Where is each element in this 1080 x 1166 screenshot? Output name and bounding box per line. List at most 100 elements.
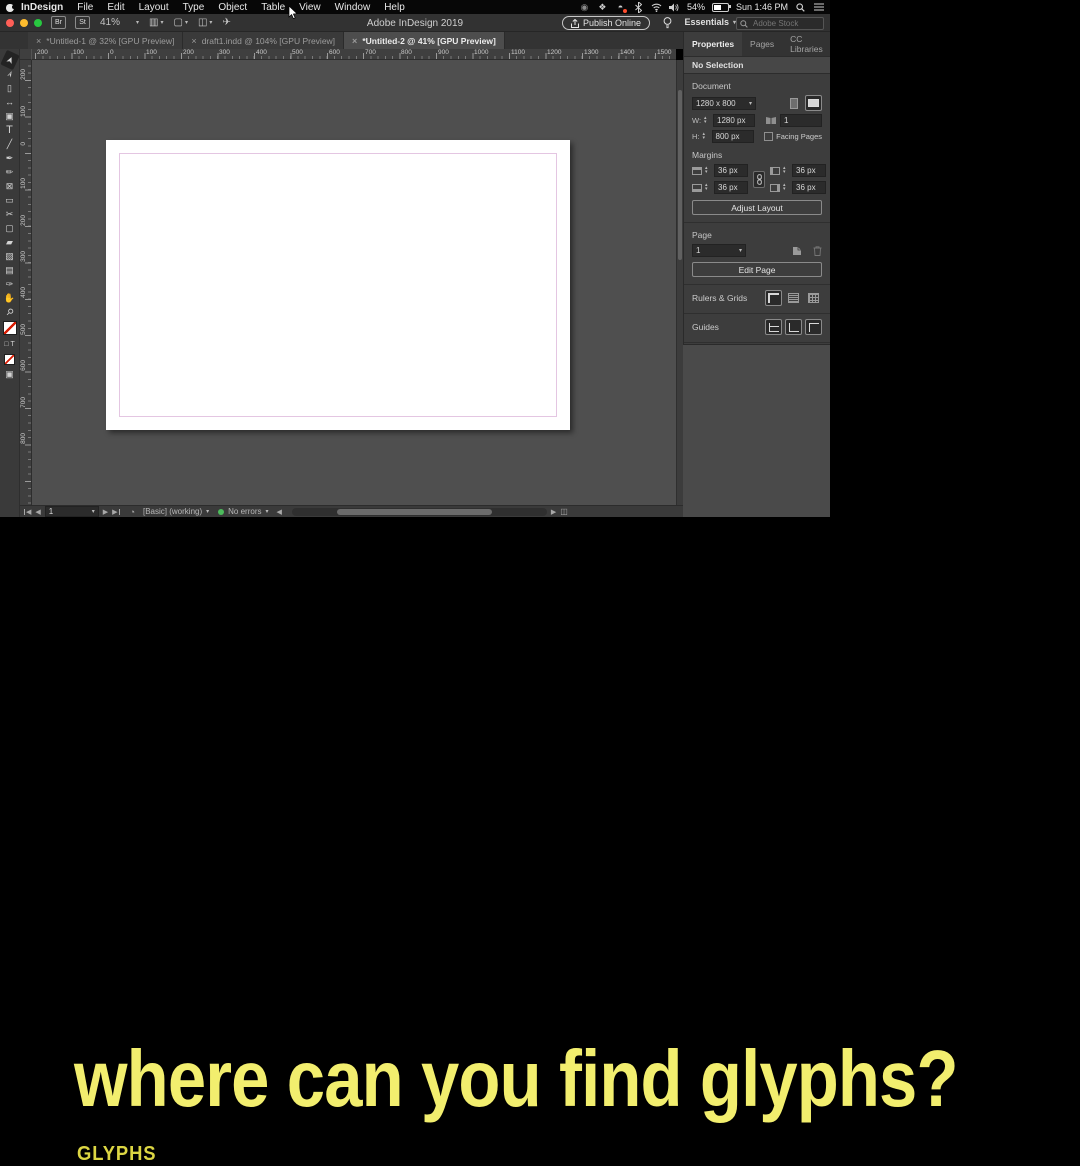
document-page[interactable] — [106, 140, 570, 430]
stock-search-input[interactable] — [751, 18, 819, 29]
screen-mode-dropdown[interactable]: ▢ ▾ — [174, 17, 188, 28]
minimize-window-button[interactable] — [20, 18, 28, 27]
spotlight-search-icon[interactable] — [795, 2, 806, 13]
bluetooth-icon[interactable] — [633, 1, 644, 13]
gap-tool[interactable]: ↔ — [2, 95, 18, 109]
preflight-profile[interactable]: [Basic] (working) — [143, 507, 202, 516]
show-guides-button[interactable] — [765, 319, 782, 335]
smart-guides-button[interactable] — [805, 319, 822, 335]
scrollbar-thumb[interactable] — [678, 90, 682, 260]
previous-page-button[interactable]: ◀ — [35, 508, 40, 516]
chevron-down-icon[interactable]: ▾ — [265, 508, 268, 515]
learn-lightbulb-icon[interactable] — [663, 17, 672, 29]
page-tool[interactable]: ▯ — [2, 81, 18, 95]
scroll-right-arrow[interactable]: ▶ — [551, 508, 556, 516]
gradient-feather-tool[interactable]: ▨ — [2, 249, 18, 263]
width-stepper[interactable]: ▴ ▾ — [704, 115, 710, 124]
doc-tab-untitled2-active[interactable]: × *Untitled-2 @ 41% [GPU Preview] — [344, 32, 505, 49]
orientation-portrait-button[interactable] — [785, 95, 802, 111]
preflight-icon[interactable]: ◔ — [130, 507, 135, 517]
menu-object[interactable]: Object — [211, 2, 254, 13]
width-field[interactable]: 1280 px — [713, 114, 756, 127]
stock-button[interactable]: St — [75, 16, 90, 29]
close-icon[interactable]: × — [36, 36, 41, 46]
menu-window[interactable]: Window — [328, 2, 378, 13]
creative-cloud-icon[interactable]: ◓ — [615, 2, 627, 13]
wifi-icon[interactable] — [651, 2, 662, 13]
rectangle-tool[interactable]: ▭ — [2, 193, 18, 207]
orientation-landscape-button[interactable] — [805, 95, 822, 111]
doc-tab-untitled1[interactable]: × *Untitled-1 @ 32% [GPU Preview] — [28, 32, 184, 49]
page-select-dropdown[interactable]: 1 ▾ — [692, 244, 746, 257]
zoom-level-dropdown[interactable]: 41% ▾ — [100, 17, 139, 28]
tab-pages[interactable]: Pages — [742, 32, 782, 56]
pasteboard[interactable] — [32, 60, 676, 505]
first-page-button[interactable]: ◀ — [24, 508, 31, 516]
margin-bottom-field[interactable]: 36 px — [714, 181, 748, 194]
workspace-switcher[interactable]: Essentials ▾ — [684, 17, 736, 27]
horizontal-ruler[interactable]: 200 100 0 100 200 300 400 500 600 700 80… — [32, 49, 676, 60]
formatting-affects-controls[interactable]: □ T — [2, 337, 18, 351]
menu-indesign[interactable]: InDesign — [14, 2, 70, 13]
apply-none-button[interactable] — [2, 351, 18, 367]
free-transform-tool[interactable]: ▢ — [2, 221, 18, 235]
scissors-tool[interactable]: ✂ — [2, 207, 18, 221]
page-size-dropdown[interactable]: 1280 x 800 ▾ — [692, 96, 756, 110]
lock-guides-button[interactable] — [785, 319, 802, 335]
volume-icon[interactable] — [669, 2, 680, 13]
eyedropper-tool[interactable]: ✑ — [2, 277, 18, 291]
vertical-scrollbar[interactable] — [676, 60, 683, 505]
menu-type[interactable]: Type — [176, 2, 212, 13]
link-margins-button[interactable] — [753, 170, 765, 188]
notification-center-icon[interactable] — [813, 2, 824, 13]
gpu-performance-icon[interactable]: ✈ — [222, 17, 230, 28]
gradient-swatch-tool[interactable]: ▰ — [2, 235, 18, 249]
baseline-grid-button[interactable] — [785, 290, 802, 306]
note-tool[interactable]: ▤ — [2, 263, 18, 277]
menu-layout[interactable]: Layout — [132, 2, 176, 13]
tab-cc-libraries[interactable]: CC Libraries — [782, 32, 831, 56]
close-window-button[interactable] — [6, 18, 14, 27]
last-page-button[interactable]: ▶ — [112, 508, 120, 516]
show-rulers-button[interactable] — [765, 290, 782, 306]
content-collector-tool[interactable]: ▣ — [2, 109, 18, 123]
add-page-button[interactable] — [792, 246, 802, 256]
line-tool[interactable]: ╱ — [2, 137, 18, 151]
height-stepper[interactable]: ▴ ▾ — [703, 131, 709, 140]
menu-edit[interactable]: Edit — [100, 2, 131, 13]
publish-online-button[interactable]: Publish Online — [561, 16, 650, 30]
margin-left-field[interactable]: 36 px — [792, 164, 826, 177]
screen-record-icon[interactable]: ◉ — [579, 2, 590, 13]
margin-right-field[interactable]: 36 px — [792, 181, 826, 194]
facing-pages-checkbox[interactable] — [764, 132, 774, 141]
close-icon[interactable]: × — [352, 36, 357, 46]
height-field[interactable]: 800 px — [711, 130, 754, 143]
menu-table[interactable]: Table — [254, 2, 292, 13]
adobe-stock-search[interactable] — [736, 17, 824, 30]
split-window-icon[interactable]: ◫ — [560, 507, 568, 516]
pencil-tool[interactable]: ✏ — [2, 165, 18, 179]
arrange-documents-dropdown[interactable]: ◫ ▾ — [198, 17, 212, 28]
vertical-ruler[interactable]: 200 100 0 100 200 300 400 500 600 700 80… — [20, 60, 32, 505]
scroll-left-arrow[interactable]: ◀ — [277, 508, 282, 516]
zoom-window-button[interactable] — [34, 18, 42, 27]
delete-page-button[interactable] — [813, 245, 822, 256]
pages-count-field[interactable]: 1 — [780, 114, 822, 127]
edit-page-button[interactable]: Edit Page — [692, 262, 822, 277]
dropbox-icon[interactable]: ❖ — [597, 2, 608, 13]
menu-help[interactable]: Help — [377, 2, 412, 13]
margin-left-stepper[interactable]: ▴ ▾ — [783, 165, 789, 174]
pen-tool[interactable]: ✒ — [2, 151, 18, 165]
horizontal-scrollbar[interactable] — [291, 507, 547, 516]
type-tool[interactable]: T — [2, 123, 18, 137]
margin-top-stepper[interactable]: ▴ ▾ — [705, 165, 711, 174]
scrollbar-thumb[interactable] — [336, 508, 492, 515]
page-number-dropdown[interactable]: 1 ▾ — [44, 506, 99, 517]
chevron-down-icon[interactable]: ▾ — [206, 508, 209, 515]
doc-tab-draft1[interactable]: × draft1.indd @ 104% [GPU Preview] — [183, 32, 345, 49]
close-icon[interactable]: × — [191, 36, 196, 46]
margin-top-field[interactable]: 36 px — [714, 164, 748, 177]
view-options-dropdown[interactable]: ▥ ▾ — [149, 17, 163, 28]
menu-clock[interactable]: Sun 1:46 PM — [736, 2, 788, 12]
tab-properties[interactable]: Properties — [684, 32, 743, 56]
